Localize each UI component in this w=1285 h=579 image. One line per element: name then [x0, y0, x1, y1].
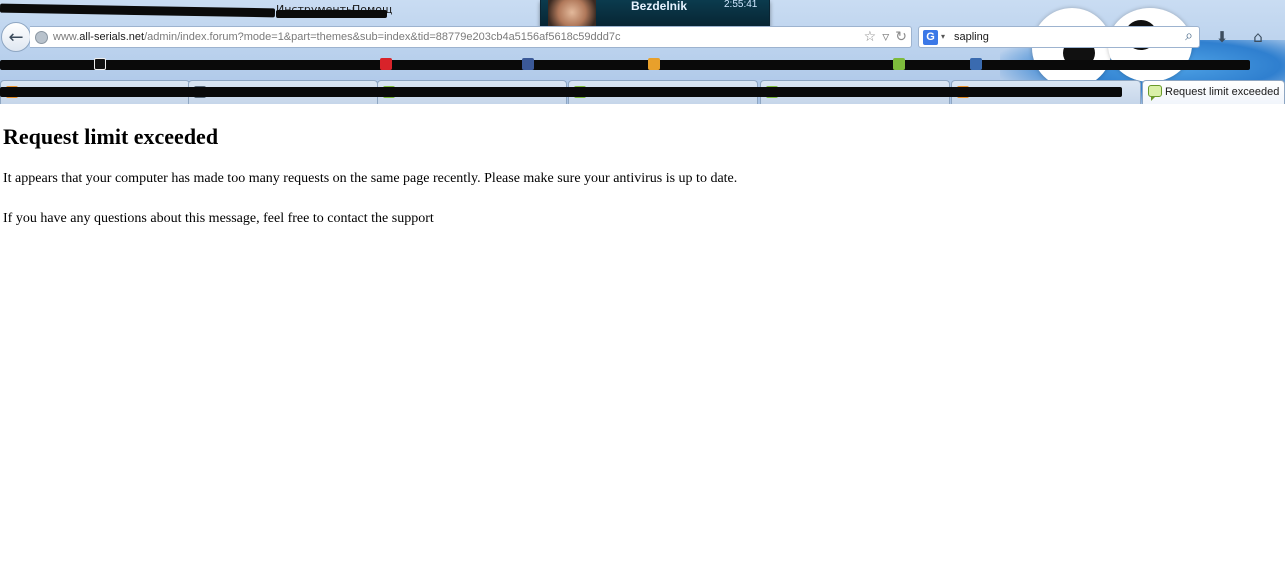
error-message: It appears that your computer has made t…	[3, 171, 738, 186]
star-icon[interactable]: ☆	[864, 29, 877, 45]
address-text[interactable]: www.all-serials.net/admin/index.forum?mo…	[53, 31, 621, 43]
page-content: Request limit exceeded It appears that y…	[3, 124, 1273, 250]
media-user-name: Bezdelnik	[631, 0, 688, 13]
tab-strip: Request limit exceeded	[0, 80, 1285, 104]
site-identity-icon[interactable]	[35, 31, 48, 44]
magnifier-icon[interactable]: ⌕	[1185, 28, 1193, 44]
page-title: Request limit exceeded	[3, 124, 219, 149]
search-input[interactable]: sapling	[954, 31, 989, 43]
bookmark-favicon[interactable]	[94, 58, 106, 70]
bookmark-favicon[interactable]	[970, 58, 982, 70]
menu-bar: Инструменты Помощ	[0, 0, 540, 20]
search-box[interactable]: G ▾ sapling ⌕	[918, 26, 1200, 48]
reload-icon[interactable]: ↻	[895, 29, 907, 45]
redaction-mark	[0, 3, 276, 18]
bookmark-favicon[interactable]	[522, 58, 534, 70]
support-message: If you have any questions about this mes…	[3, 211, 434, 226]
media-time: 2:55:41	[724, 0, 758, 10]
browser-chrome: Инструменты Помощ Bezdelnik 2:55:41 ← ww…	[0, 0, 1285, 104]
tab-active[interactable]: Request limit exceeded	[1142, 80, 1285, 104]
bookmarks-toolbar	[0, 55, 1285, 75]
bookmark-favicon[interactable]	[648, 58, 660, 70]
address-bar[interactable]: www.all-serials.net/admin/index.forum?mo…	[30, 26, 912, 48]
speech-bubble-icon	[1148, 85, 1162, 101]
bookmark-favicon[interactable]	[893, 58, 905, 70]
bookmark-favicon[interactable]	[380, 58, 392, 70]
address-bar-icons: ☆ ▿ ↻	[864, 29, 907, 45]
download-icon[interactable]: ⬇	[1212, 27, 1232, 47]
chevron-down-icon[interactable]: ▾	[941, 32, 945, 41]
back-arrow-icon: ←	[8, 26, 24, 48]
redaction-mark	[0, 60, 1250, 70]
redaction-mark	[0, 87, 1122, 97]
tab-label: Request limit exceeded	[1165, 86, 1280, 98]
redaction-mark	[276, 10, 387, 18]
chevron-down-icon[interactable]: ▿	[882, 29, 889, 45]
search-engine-icon[interactable]: G	[923, 30, 938, 45]
back-button[interactable]: ←	[1, 22, 31, 52]
home-icon[interactable]: ⌂	[1248, 27, 1268, 47]
